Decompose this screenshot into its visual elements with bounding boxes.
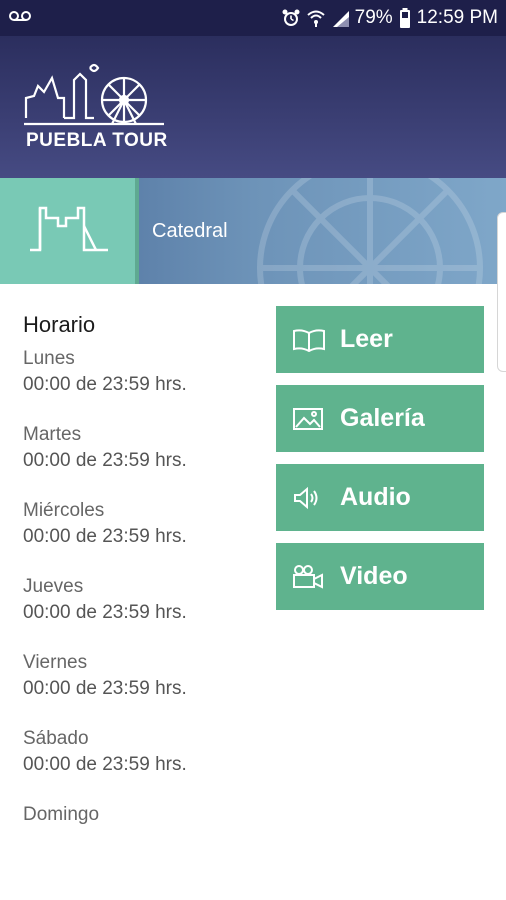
ferris-wheel-background-icon [257, 178, 483, 284]
side-drawer-handle[interactable] [497, 212, 506, 372]
day-hours: 00:00 de 23:59 hrs. [23, 754, 187, 775]
read-button[interactable]: Leer [276, 306, 484, 373]
day-name: Viernes [23, 652, 88, 673]
action-buttons: Leer Galería Audio Video [276, 306, 484, 622]
read-button-label: Leer [340, 325, 393, 353]
place-title: Catedral [152, 220, 228, 242]
day-name: Lunes [23, 348, 75, 369]
day-name: Jueves [23, 576, 84, 597]
place-banner: Catedral [0, 178, 506, 284]
logo-skyline-icon [24, 63, 164, 126]
status-bar: 79% 12:59 PM [0, 0, 506, 36]
day-hours: 00:00 de 23:59 hrs. [23, 526, 187, 547]
wifi-icon [306, 9, 325, 27]
image-icon [292, 405, 326, 433]
cathedral-icon-box [0, 178, 135, 284]
day-hours: 00:00 de 23:59 hrs. [23, 374, 187, 395]
app-header: PUEBLA TOUR [0, 36, 506, 178]
gallery-button-label: Galería [340, 404, 425, 432]
video-button-label: Video [340, 562, 408, 590]
logo-text: PUEBLA TOUR [26, 130, 168, 151]
battery-icon [399, 8, 411, 28]
cathedral-icon [30, 206, 108, 252]
schedule-day: Domingo [23, 802, 263, 828]
audio-button-label: Audio [340, 483, 411, 511]
alarm-icon [281, 8, 301, 28]
day-name: Martes [23, 424, 82, 445]
video-camera-icon [292, 563, 326, 591]
status-left [8, 7, 32, 29]
day-name: Miércoles [23, 500, 105, 521]
schedule-day: Viernes 00:00 de 23:59 hrs. [23, 650, 263, 702]
banner-separator [135, 178, 139, 284]
video-button[interactable]: Video [276, 543, 484, 610]
schedule-day: Lunes 00:00 de 23:59 hrs. [23, 346, 263, 398]
signal-icon [331, 9, 349, 27]
day-hours: 00:00 de 23:59 hrs. [23, 450, 187, 471]
schedule-day: Jueves 00:00 de 23:59 hrs. [23, 574, 263, 626]
schedule-section: Horario Lunes 00:00 de 23:59 hrs. Martes… [23, 312, 263, 852]
day-hours: 00:00 de 23:59 hrs. [23, 678, 187, 699]
audio-button[interactable]: Audio [276, 464, 484, 531]
speaker-icon [292, 484, 326, 512]
battery-percent: 79% [354, 7, 393, 28]
puebla-tour-logo[interactable]: PUEBLA TOUR [24, 58, 167, 158]
book-icon [292, 326, 326, 354]
schedule-day: Miércoles 00:00 de 23:59 hrs. [23, 498, 263, 550]
schedule-day: Sábado 00:00 de 23:59 hrs. [23, 726, 263, 778]
gallery-button[interactable]: Galería [276, 385, 484, 452]
day-hours: 00:00 de 23:59 hrs. [23, 602, 187, 623]
status-right: 79% 12:59 PM [281, 7, 498, 29]
day-name: Sábado [23, 728, 89, 749]
clock-time: 12:59 PM [416, 7, 498, 28]
day-name: Domingo [23, 804, 100, 825]
schedule-title: Horario [23, 312, 96, 337]
schedule-day: Martes 00:00 de 23:59 hrs. [23, 422, 263, 474]
voicemail-icon [8, 7, 32, 29]
